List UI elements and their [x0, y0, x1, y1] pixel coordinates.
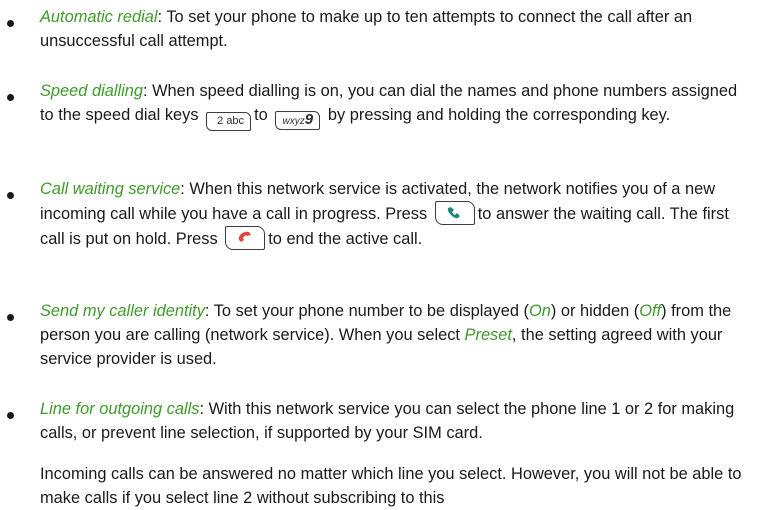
item-text: by pressing and holding the correspondin… — [327, 106, 671, 124]
item-text: ) or hidden ( — [550, 302, 640, 320]
list-item-speed-dialling: Speed dialling: When speed dialling is o… — [40, 79, 755, 131]
note-paragraph: Incoming calls can be answered no matter… — [40, 465, 742, 507]
bullet — [7, 314, 14, 321]
manual-page: Automatic redial: To set your phone to m… — [0, 0, 760, 510]
term-line-outgoing-calls: Line for outgoing calls — [40, 400, 200, 418]
key-2-icon: 2 abc — [206, 112, 252, 131]
call-key-icon — [434, 201, 475, 225]
list-item-automatic-redial: Automatic redial: To set your phone to m… — [40, 5, 755, 53]
item-text: to end the active call. — [268, 230, 423, 248]
item-text: : To set your phone number to be display… — [204, 302, 529, 320]
list-item-caller-identity: Send my caller identity: To set your pho… — [40, 299, 755, 371]
item-text: to — [254, 106, 268, 124]
option-preset: Preset — [464, 326, 512, 344]
key-9-digit: 9 — [304, 111, 314, 128]
bullet — [7, 20, 14, 27]
bullet — [7, 412, 14, 419]
term-call-waiting: Call waiting service — [40, 180, 181, 198]
key-9-letters: wxyz — [282, 116, 305, 127]
option-on: On — [528, 302, 551, 320]
term-automatic-redial: Automatic redial — [40, 8, 158, 26]
term-send-caller-identity: Send my caller identity — [40, 302, 205, 320]
end-key-icon — [225, 226, 266, 250]
option-off: Off — [639, 302, 662, 320]
list-item-line-outgoing: Line for outgoing calls: With this netwo… — [40, 397, 755, 445]
key-9-icon: wxyz9 — [275, 111, 321, 130]
bullet — [7, 94, 14, 101]
bullet — [7, 192, 14, 199]
list-item-call-waiting: Call waiting service: When this network … — [40, 177, 755, 251]
term-speed-dialling: Speed dialling — [40, 82, 143, 100]
